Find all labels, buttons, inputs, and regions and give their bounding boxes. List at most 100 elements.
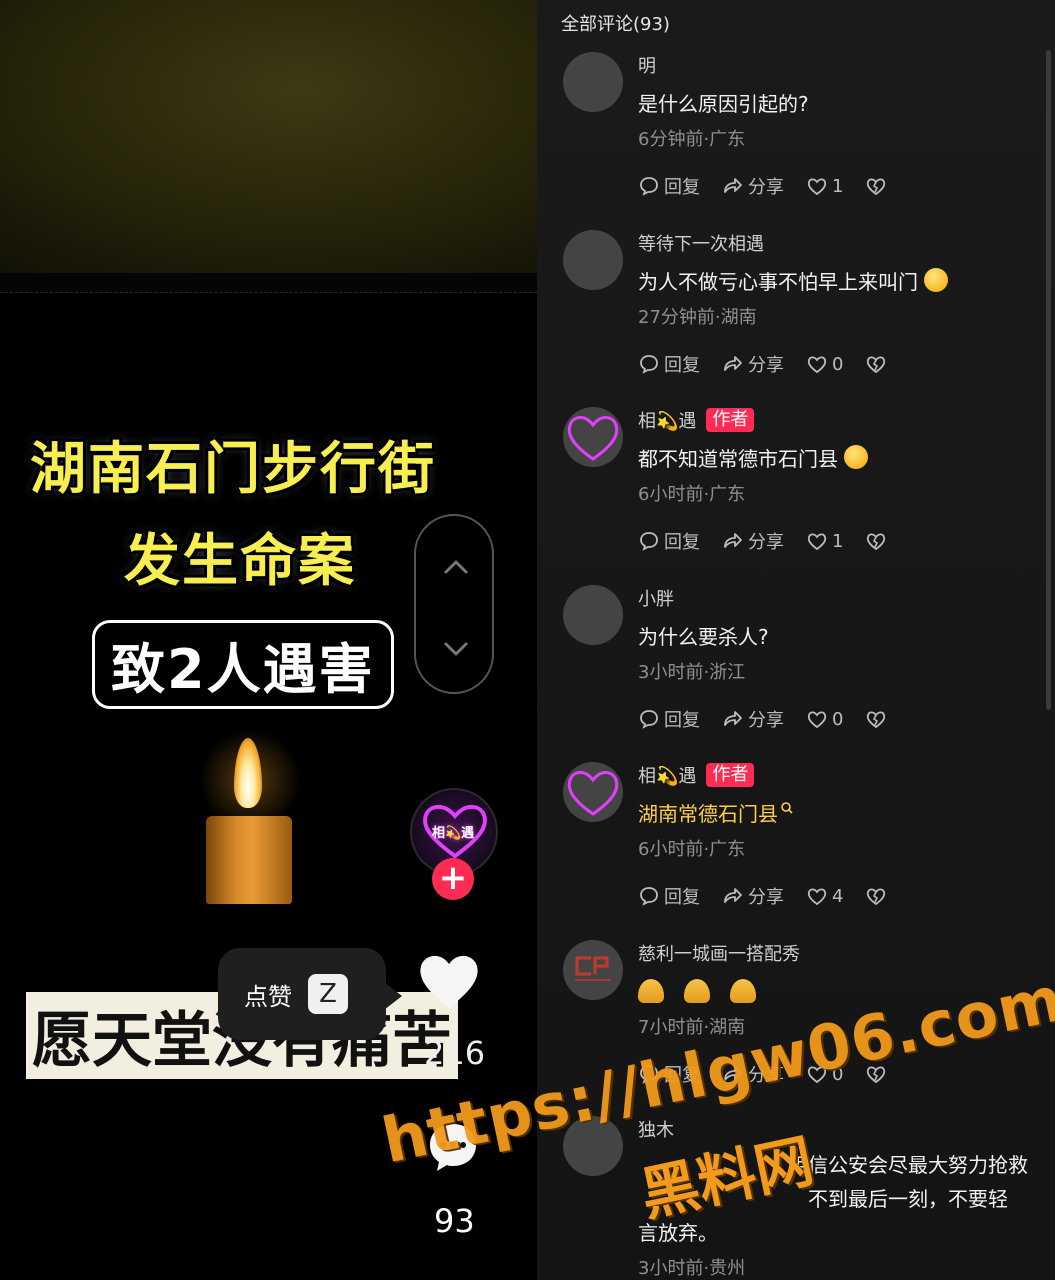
reply-label: 回复: [664, 887, 700, 908]
like-button[interactable]: 0: [806, 708, 843, 730]
avatar[interactable]: [563, 940, 623, 1000]
share-button[interactable]: 分享: [722, 706, 784, 732]
heart-icon[interactable]: [416, 950, 482, 1012]
dislike-button[interactable]: [865, 530, 887, 552]
search-icon: [781, 802, 793, 814]
reply-button[interactable]: 回复: [638, 351, 700, 377]
share-icon: [724, 533, 742, 548]
reply-button[interactable]: 回复: [638, 706, 700, 732]
comment-meta: 6小时前·广东: [638, 484, 746, 505]
candle-image: [190, 720, 310, 905]
reply-button[interactable]: 回复: [638, 883, 700, 909]
reply-label: 回复: [664, 355, 700, 376]
share-button[interactable]: 分享: [722, 173, 784, 199]
comment-text-content: 都不知道常德市石门县: [638, 447, 838, 471]
avatar[interactable]: [563, 407, 623, 467]
comment-actions: 回复 分享 1: [638, 528, 1038, 554]
share-icon: [724, 888, 742, 903]
avatar[interactable]: [563, 585, 623, 645]
heart-outline-icon: [807, 711, 827, 729]
pray-emoji-icon: [638, 979, 664, 1003]
dislike-button[interactable]: [865, 175, 887, 197]
pray-emoji-icon: [730, 979, 756, 1003]
comments-scrollbar[interactable]: [1046, 50, 1051, 710]
share-button[interactable]: 分享: [722, 351, 784, 377]
comment-author[interactable]: 小胖: [638, 585, 674, 611]
author-badge: 作者: [706, 763, 755, 787]
comment-actions: 回复 分享 0: [638, 351, 1038, 377]
like-button[interactable]: 1: [806, 175, 843, 197]
like-count: 216: [424, 1034, 486, 1072]
comment-text: 为什么要杀人?: [638, 625, 769, 649]
dislike-button[interactable]: [865, 353, 887, 375]
share-label: 分享: [748, 177, 784, 198]
chevron-up-icon[interactable]: [442, 554, 470, 582]
like-count: 1: [832, 530, 844, 552]
share-button[interactable]: 分享: [722, 883, 784, 909]
video-title-line1: 湖南石门步行街: [30, 437, 436, 502]
comment-author[interactable]: 等待下一次相遇: [638, 230, 764, 256]
smile-emoji-icon: [924, 268, 948, 292]
heart-outline-icon: [807, 356, 827, 374]
reply-icon: [640, 355, 658, 374]
keyboard-key: Z: [308, 974, 348, 1014]
like-button[interactable]: 1: [806, 530, 843, 552]
avatar[interactable]: [563, 762, 623, 822]
reply-button[interactable]: 回复: [638, 173, 700, 199]
share-label: 分享: [748, 532, 784, 553]
comment-actions: 回复 分享 1: [638, 173, 1038, 199]
laugh-cry-emoji-icon: [844, 445, 868, 469]
comment-meta: 3小时前·贵州: [638, 1258, 746, 1279]
heart-outline-icon: [807, 888, 827, 906]
comment-author[interactable]: 相💫遇: [638, 407, 696, 433]
pray-emoji-icon: [684, 979, 710, 1003]
comment-meta: 3小时前·浙江: [638, 662, 746, 683]
video-top-background: [0, 0, 537, 273]
search-link-text[interactable]: 湖南常德石门县: [638, 799, 1038, 829]
like-count: 1: [832, 175, 844, 197]
like-shortcut-tooltip: 点赞 Z: [218, 948, 402, 1040]
creator-avatar-label: 相💫遇: [432, 826, 475, 841]
comment-author[interactable]: 相💫遇: [638, 762, 696, 788]
like-count: 0: [832, 708, 844, 730]
neon-heart-icon: [567, 416, 619, 461]
reply-icon: [640, 532, 658, 551]
comment-meta: 6分钟前·广东: [638, 129, 746, 150]
share-icon: [724, 711, 742, 726]
comment-author[interactable]: 慈利一城画一搭配秀: [638, 940, 800, 966]
comment-text: 是什么原因引起的?: [638, 92, 809, 116]
comment-count: 93: [434, 1202, 475, 1240]
reply-icon: [640, 710, 658, 729]
comment-actions: 回复 分享 4: [638, 883, 1038, 909]
like-count: 0: [832, 353, 844, 375]
reply-label: 回复: [664, 532, 700, 553]
like-button[interactable]: 4: [806, 885, 843, 907]
share-icon: [724, 178, 742, 193]
share-label: 分享: [748, 887, 784, 908]
video-frame-divider: [0, 273, 537, 293]
share-label: 分享: [748, 355, 784, 376]
avatar[interactable]: [563, 230, 623, 290]
comment-text: 为人不做亏心事不怕早上来叫门: [638, 267, 1038, 297]
reply-label: 回复: [664, 710, 700, 731]
share-button[interactable]: 分享: [722, 528, 784, 554]
like-count: 4: [832, 885, 844, 907]
heart-outline-icon: [807, 178, 827, 196]
follow-button[interactable]: +: [432, 858, 474, 900]
reply-icon: [640, 177, 658, 196]
comments-header: 全部评论(93): [561, 14, 670, 35]
like-button[interactable]: 0: [806, 353, 843, 375]
comment-meta: 27分钟前·湖南: [638, 307, 757, 328]
reply-icon: [640, 887, 658, 906]
video-nav-pill: [414, 514, 494, 694]
comment-author[interactable]: 明: [638, 52, 656, 78]
chevron-down-icon[interactable]: [442, 634, 470, 662]
comment-actions: 回复 分享 0: [638, 706, 1038, 732]
reply-button[interactable]: 回复: [638, 528, 700, 554]
dislike-button[interactable]: [865, 708, 887, 730]
dislike-button[interactable]: [865, 885, 887, 907]
share-icon: [724, 356, 742, 371]
broken-heart-icon: [867, 356, 886, 374]
comment-text-content: 为人不做亏心事不怕早上来叫门: [638, 270, 918, 294]
avatar[interactable]: [563, 52, 623, 112]
